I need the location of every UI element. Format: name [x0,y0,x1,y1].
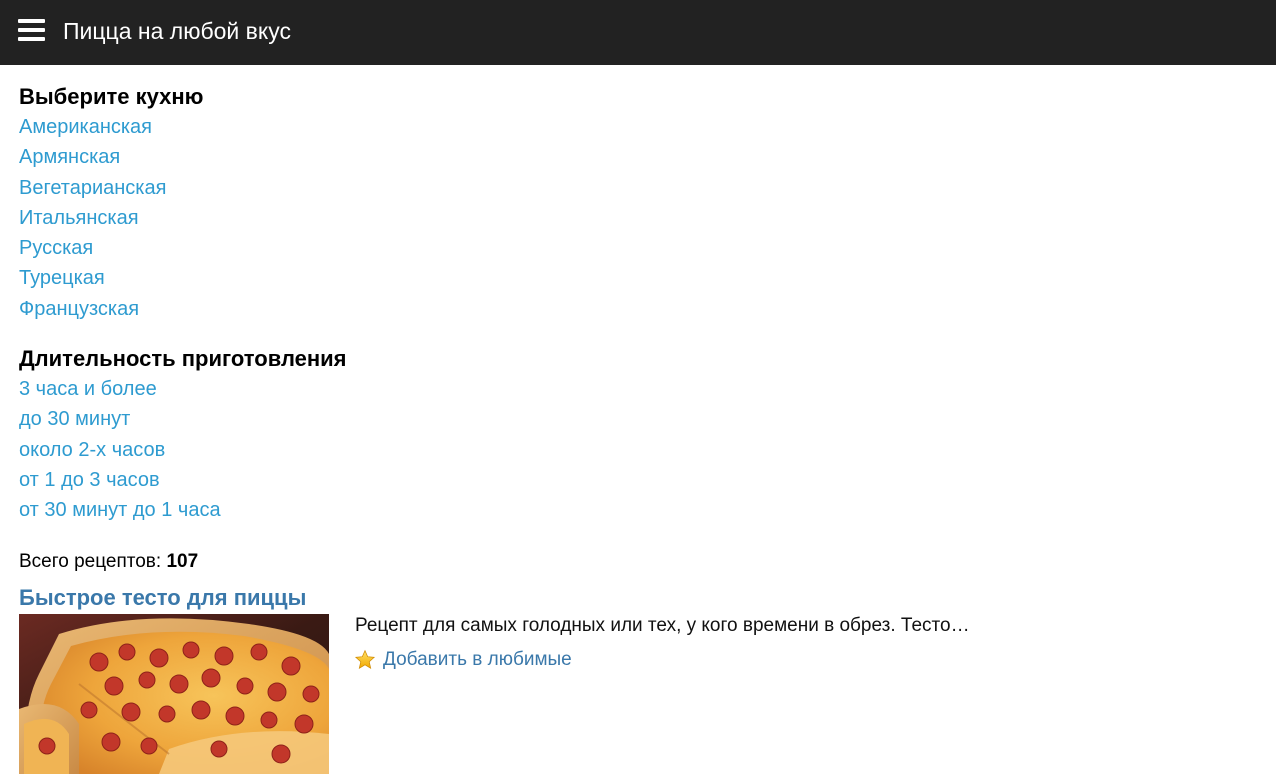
cuisine-list: Американская Армянская Вегетарианская Ит… [19,112,1259,324]
recipe-count-value: 107 [166,550,199,572]
cuisine-link-armenian[interactable]: Армянская [19,142,1259,172]
duration-link-3h-plus[interactable]: 3 часа и более [19,374,1259,404]
cuisine-link-vegetarian[interactable]: Вегетарианская [19,173,1259,203]
recipe-count: Всего рецептов: 107 [19,549,1259,575]
duration-list: 3 часа и более до 30 минут около 2-х час… [19,374,1259,525]
cuisine-filter-heading: Выберите кухню [19,84,204,109]
site-title[interactable]: Пицца на любой вкус [63,16,291,46]
main-content: Выберите кухню Американская Армянская Ве… [19,82,1259,774]
cuisine-link-french[interactable]: Французская [19,294,1259,324]
cuisine-link-italian[interactable]: Итальянская [19,203,1259,233]
duration-link-under-30m[interactable]: до 30 минут [19,404,1259,434]
star-icon [354,649,376,669]
pepperoni-pizza-photo [19,613,329,774]
duration-link-1-to-3h[interactable]: от 1 до 3 часов [19,465,1259,495]
duration-link-30m-to-1h[interactable]: от 30 минут до 1 часа [19,495,1259,525]
top-bar: Пицца на любой вкус [0,0,1276,65]
cuisine-link-american[interactable]: Американская [19,112,1259,142]
duration-filter-heading: Длительность приготовления [19,346,347,372]
cuisine-link-turkish[interactable]: Турецкая [19,263,1259,293]
recipe-description: Рецепт для самых голодных или тех, у ког… [355,614,970,636]
recipe-body: Рецепт для самых голодных или тех, у ког… [19,613,1259,774]
duration-filter: Длительность приготовления 3 часа и боле… [19,344,1259,525]
recipe-image[interactable] [19,613,329,774]
cuisine-filter: Выберите кухню Американская Армянская Ве… [19,82,1259,324]
recipe-card: Быстрое тесто для пиццы Рецепт для самых… [19,584,1259,774]
recipe-count-label: Всего рецептов: [19,550,162,572]
duration-link-about-2h[interactable]: около 2-х часов [19,435,1259,465]
add-to-favorites-link[interactable]: Добавить в любимые [354,647,572,673]
recipe-title-link[interactable]: Быстрое тесто для пиццы [19,584,1259,612]
add-to-favorites-label: Добавить в любимые [383,648,572,670]
hamburger-menu-icon[interactable] [18,18,45,43]
cuisine-link-russian[interactable]: Русская [19,233,1259,263]
